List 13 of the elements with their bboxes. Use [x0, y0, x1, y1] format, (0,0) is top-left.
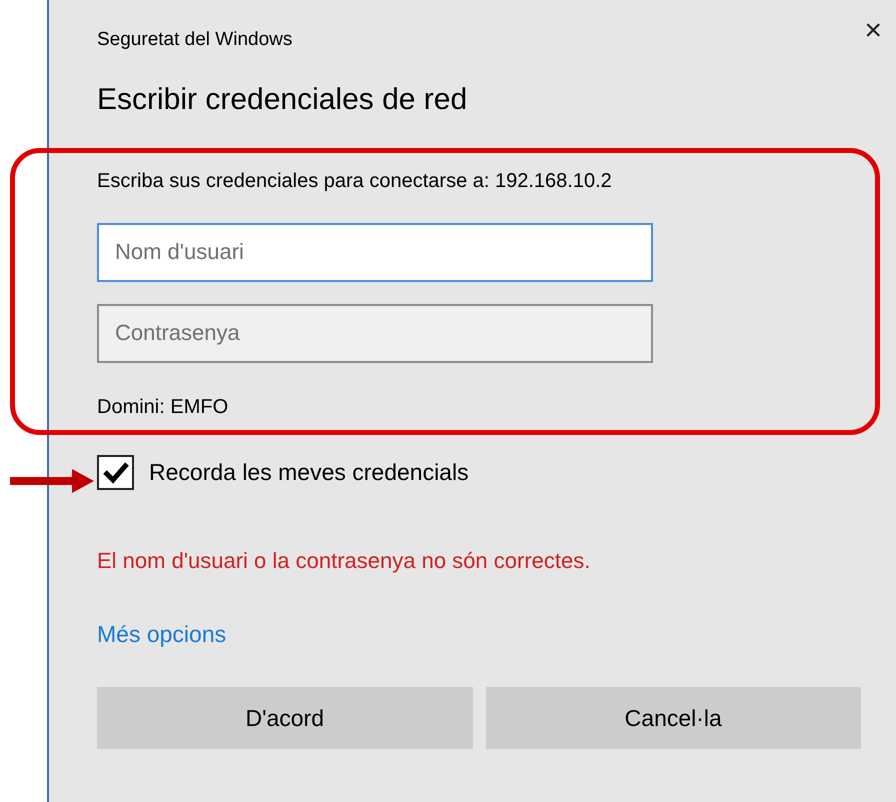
cancel-button[interactable]: Cancel·la: [486, 687, 861, 749]
close-button[interactable]: ×: [864, 16, 882, 46]
checkbox[interactable]: [97, 454, 134, 490]
username-field[interactable]: Nom d'usuari: [97, 222, 653, 282]
window-title: Seguretat del Windows: [97, 28, 292, 52]
checkbox-label: Recorda les meves credencials: [149, 458, 469, 487]
ok-button[interactable]: D'acord: [97, 687, 472, 749]
more-options-link[interactable]: Més opcions: [97, 616, 226, 651]
domain-text: Domini: EMFO: [97, 394, 230, 420]
dialog-heading: Escribir credenciales de red: [97, 82, 468, 118]
error-message: El nom d'usuari o la contrasenya no són correctes.: [97, 546, 592, 575]
password-field[interactable]: Contrasenya: [97, 304, 653, 362]
prompt-text: Escriba sus credenciales para conectarse a: 192.168.10.2: [97, 168, 613, 194]
